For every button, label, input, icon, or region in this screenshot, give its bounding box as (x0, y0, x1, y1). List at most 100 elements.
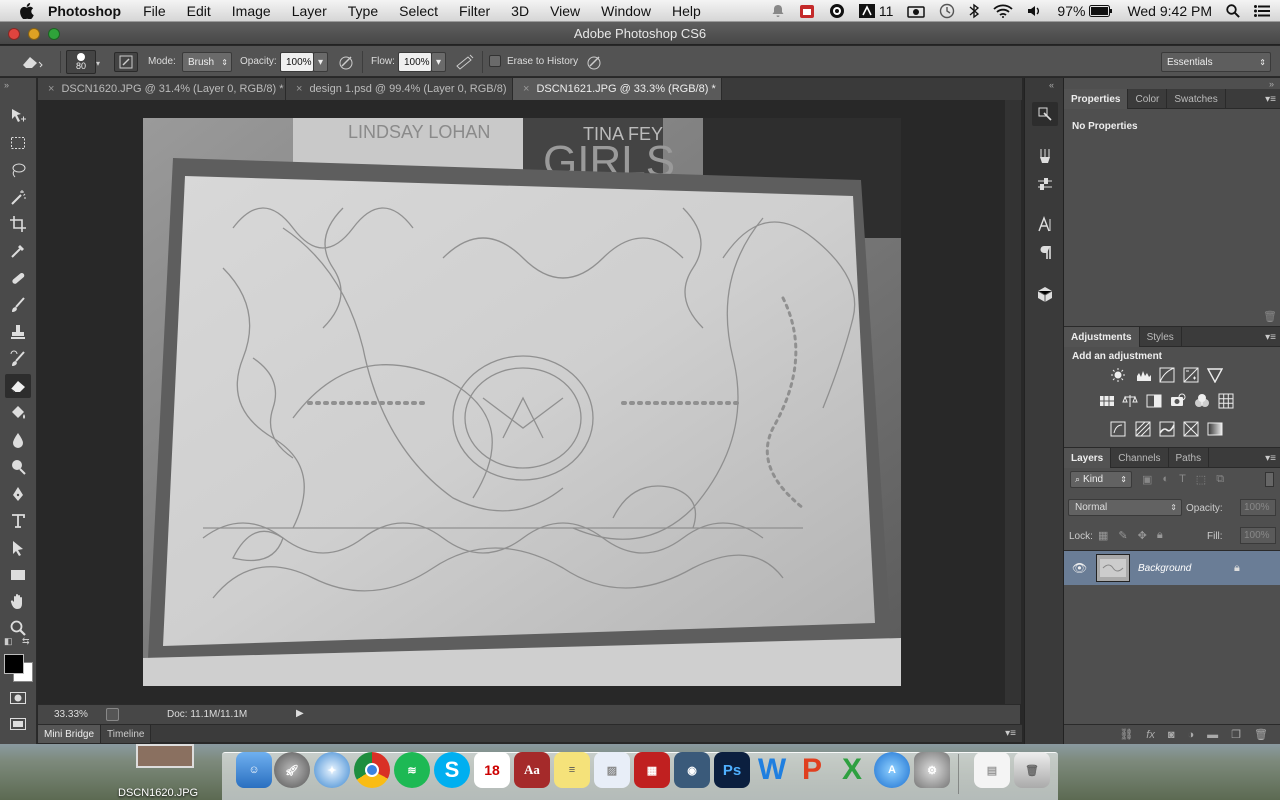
photo-filter-icon[interactable] (1168, 392, 1188, 410)
spotlight-search-icon[interactable] (1226, 0, 1240, 22)
color-balance-icon[interactable] (1120, 392, 1140, 410)
delete-layer-icon[interactable]: 🗑︎ (1254, 728, 1268, 741)
tab-styles[interactable]: Styles (1140, 327, 1182, 347)
add-mask-icon[interactable]: ◙ (1168, 729, 1175, 741)
desktop-file-label[interactable]: DSCN1620.JPG (118, 787, 198, 799)
chrome-icon[interactable] (354, 752, 390, 788)
skype-icon[interactable]: S (434, 752, 470, 788)
character-panel-icon[interactable] (1032, 212, 1058, 236)
app-store-icon[interactable]: A (874, 752, 910, 788)
levels-icon[interactable] (1134, 366, 1154, 384)
workspace-switcher[interactable]: Essentials ⇕ (1161, 52, 1271, 72)
lasso-tool-icon[interactable] (5, 158, 31, 182)
layer-visibility-eye-icon[interactable]: 👁︎ (1072, 561, 1087, 575)
tab-color[interactable]: Color (1128, 89, 1168, 109)
tab-timeline[interactable]: Timeline (101, 725, 152, 743)
hue-saturation-icon[interactable] (1097, 392, 1117, 410)
layer-name[interactable]: Background (1138, 563, 1191, 574)
eraser-tool-preset-icon[interactable] (20, 53, 46, 74)
new-group-folder-icon[interactable]: ▬ (1207, 729, 1218, 741)
menu-select[interactable]: Select (399, 3, 438, 19)
word-icon[interactable]: W (754, 752, 790, 788)
magic-wand-tool-icon[interactable] (5, 185, 31, 209)
circle-record-icon[interactable] (829, 0, 845, 22)
close-tab-icon[interactable]: × (296, 83, 302, 95)
volume-icon[interactable] (1027, 0, 1043, 22)
trash-icon[interactable]: 🗑 (1263, 310, 1277, 323)
desktop-file-thumbnail[interactable] (136, 744, 194, 768)
clock-datetime[interactable]: Wed 9:42 PM (1127, 0, 1212, 22)
layer-opacity-input[interactable]: 100% (1240, 499, 1276, 516)
clone-stamp-tool-icon[interactable] (5, 320, 31, 344)
panel-menu-icon[interactable]: ▾≡ (1265, 453, 1276, 464)
marquee-tool-icon[interactable] (5, 131, 31, 155)
filter-adjustment-icon[interactable]: ◐ (1162, 473, 1169, 486)
brush-picker-arrow-icon[interactable]: ▾ (96, 59, 100, 68)
menu-edit[interactable]: Edit (187, 3, 211, 19)
powerpoint-icon[interactable]: P (794, 752, 830, 788)
notification-center-icon[interactable] (1254, 0, 1270, 22)
expand-arrows-icon[interactable]: « (1049, 80, 1054, 90)
flow-input[interactable]: 100% (398, 52, 432, 72)
paint-bucket-tool-icon[interactable] (5, 401, 31, 425)
status-menu-arrow-icon[interactable]: ▶ (296, 708, 304, 719)
tab-layers[interactable]: Layers (1064, 448, 1112, 468)
apple-menu-icon[interactable] (16, 0, 38, 22)
vibrance-icon[interactable] (1205, 366, 1225, 384)
healing-brush-tool-icon[interactable] (5, 266, 31, 290)
layer-style-fx-icon[interactable]: fx (1146, 729, 1155, 741)
gradient-map-icon[interactable] (1205, 420, 1225, 438)
exposure-icon[interactable] (1181, 366, 1201, 384)
layer-filter-toggle[interactable] (1265, 472, 1274, 487)
tab-adjustments[interactable]: Adjustments (1064, 327, 1140, 347)
swap-colors-icon[interactable]: ⇆ (22, 636, 30, 647)
crop-tool-icon[interactable] (5, 212, 31, 236)
lock-position-icon[interactable]: ✥ (1138, 529, 1147, 542)
filter-type-icon[interactable]: T (1179, 473, 1186, 486)
safari-icon[interactable]: ✦ (314, 752, 350, 788)
link-layers-icon[interactable]: ⛓︎ (1119, 728, 1133, 741)
menu-layer[interactable]: Layer (292, 3, 327, 19)
threshold-icon[interactable] (1157, 420, 1177, 438)
lock-transparent-icon[interactable]: ▦ (1098, 529, 1108, 542)
layer-row-background[interactable]: 👁︎ Background 🔒︎ (1064, 551, 1280, 585)
document-info-icon[interactable] (106, 708, 119, 721)
document-tab-dscn1621[interactable]: × DSCN1621.JPG @ 33.3% (RGB/8) * (513, 78, 722, 100)
airbrush-mode-icon[interactable] (454, 52, 476, 75)
wifi-icon[interactable] (993, 0, 1014, 22)
filter-pixel-icon[interactable]: ▣ (1142, 473, 1152, 486)
filter-shape-icon[interactable]: ⬚ (1196, 473, 1206, 486)
notification-bell-icon[interactable] (771, 0, 785, 22)
time-machine-icon[interactable] (939, 0, 955, 22)
channel-mixer-icon[interactable] (1192, 392, 1212, 410)
curves-icon[interactable] (1157, 366, 1177, 384)
excel-icon[interactable]: X (834, 752, 870, 788)
tab-paths[interactable]: Paths (1169, 448, 1210, 468)
menu-image[interactable]: Image (232, 3, 271, 19)
blur-tool-icon[interactable] (5, 428, 31, 452)
menu-view[interactable]: View (550, 3, 580, 19)
flow-dropdown-icon[interactable]: ▾ (431, 52, 446, 72)
calendar-red-icon[interactable] (799, 0, 815, 22)
rectangle-tool-icon[interactable] (5, 563, 31, 587)
lock-image-icon[interactable]: ✎ (1118, 529, 1127, 542)
menu-file[interactable]: File (143, 3, 166, 19)
app-menu-photoshop[interactable]: Photoshop (48, 3, 121, 19)
color-lookup-icon[interactable] (1216, 392, 1236, 410)
brush-tool-icon[interactable] (5, 293, 31, 317)
minimize-window-button[interactable] (28, 28, 40, 40)
filter-smart-object-icon[interactable]: ⧉ (1216, 473, 1224, 486)
finder-icon[interactable]: ☺ (236, 752, 272, 788)
paragraph-panel-icon[interactable] (1032, 240, 1058, 264)
calendar-icon[interactable]: 18 (474, 752, 510, 788)
history-panel-icon[interactable] (1032, 102, 1058, 126)
brush-panel-toggle-icon[interactable] (114, 52, 138, 72)
close-window-button[interactable] (8, 28, 20, 40)
trash-icon[interactable]: 🗑︎ (1014, 752, 1050, 788)
pressure-size-icon[interactable] (584, 52, 604, 75)
photoshop-icon[interactable]: Ps (714, 752, 750, 788)
menu-filter[interactable]: Filter (459, 3, 490, 19)
canvas-area[interactable]: LINDSAY LOHAN TINA FEY GIRLS (38, 100, 1020, 704)
3d-panel-icon[interactable] (1032, 282, 1058, 306)
spotify-icon[interactable]: ≋ (394, 752, 430, 788)
